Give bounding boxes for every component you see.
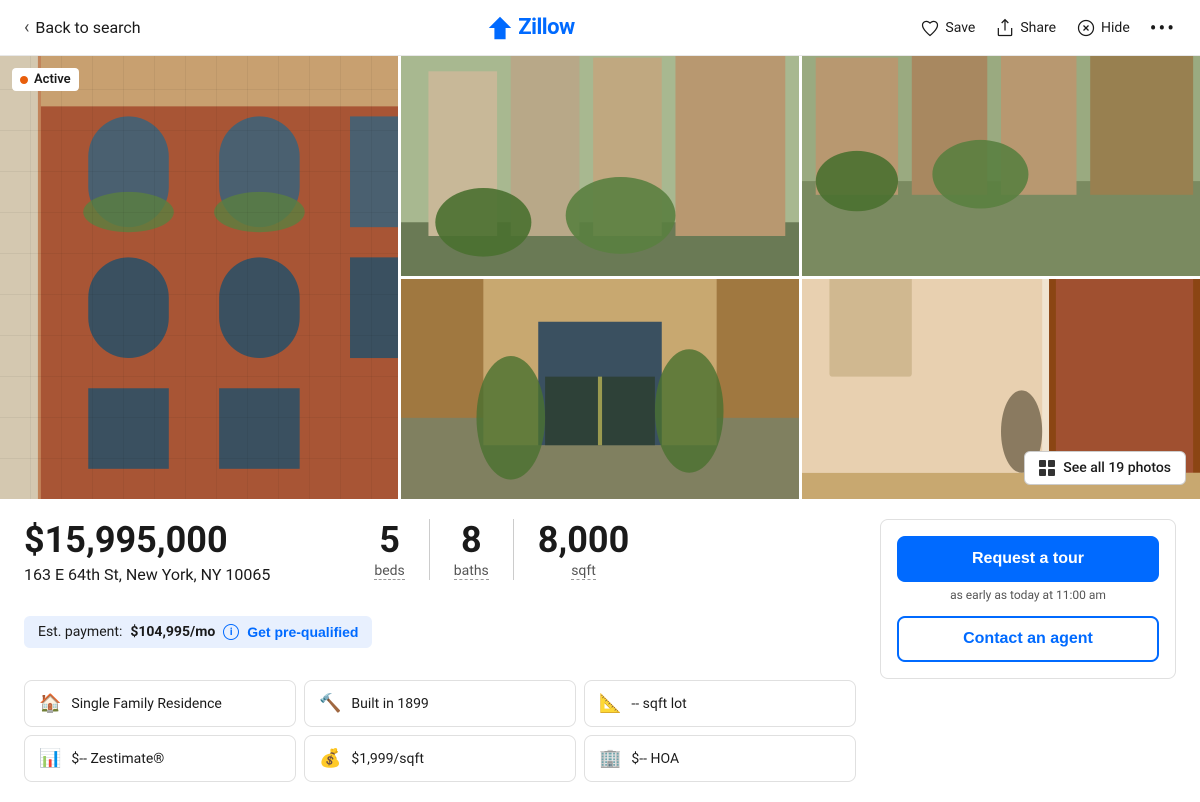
get-prequalified-button[interactable]: Get pre-qualified xyxy=(247,624,358,640)
tour-subtitle: as early as today at 11:00 am xyxy=(897,588,1159,602)
detail-card-0: 🏠 Single Family Residence xyxy=(24,680,296,727)
contact-agent-button[interactable]: Contact an agent xyxy=(897,616,1159,662)
logo-text: Zillow xyxy=(518,15,574,40)
share-icon xyxy=(995,18,1015,38)
detail-icon-3: 📊 xyxy=(39,748,61,769)
detail-icon-1: 🔨 xyxy=(319,693,341,714)
grid-icon xyxy=(1039,460,1055,476)
back-label: Back to search xyxy=(35,18,140,37)
photo-top-right[interactable] xyxy=(401,56,799,276)
back-to-search[interactable]: ‹ Back to search xyxy=(24,17,141,38)
detail-icon-0: 🏠 xyxy=(39,693,61,714)
sqft-value: 8,000 xyxy=(538,519,629,561)
listing-price: $15,995,000 xyxy=(24,519,270,561)
tour-panel-inner: Request a tour as early as today at 11:0… xyxy=(880,519,1176,679)
detail-card-3: 📊 $-- Zestimate® xyxy=(24,735,296,782)
price-stats-row: $15,995,000 163 E 64th St, New York, NY … xyxy=(24,519,856,600)
detail-card-5: 🏢 $-- HOA xyxy=(584,735,856,782)
sqft-stat: 8,000 sqft xyxy=(514,519,653,580)
sqft-label: sqft xyxy=(571,563,596,580)
detail-label-1: Built in 1899 xyxy=(351,696,428,712)
detail-label-2: -- sqft lot xyxy=(631,696,686,712)
share-label: Share xyxy=(1020,20,1056,36)
header: ‹ Back to search Zillow Save Share Hide … xyxy=(0,0,1200,56)
heart-icon xyxy=(920,18,940,38)
baths-value: 8 xyxy=(461,519,482,561)
see-all-photos-button[interactable]: See all 19 photos xyxy=(1024,451,1186,485)
est-payment-label: Est. payment: xyxy=(38,624,122,640)
listing-details: $15,995,000 163 E 64th St, New York, NY … xyxy=(24,519,856,782)
price-info: $15,995,000 163 E 64th St, New York, NY … xyxy=(24,519,270,600)
hide-button[interactable]: Hide xyxy=(1076,18,1130,38)
detail-cards: 🏠 Single Family Residence 🔨 Built in 189… xyxy=(24,680,856,782)
detail-card-1: 🔨 Built in 1899 xyxy=(304,680,576,727)
hide-icon xyxy=(1076,18,1096,38)
detail-card-4: 💰 $1,999/sqft xyxy=(304,735,576,782)
photo-mr-svg xyxy=(802,56,1200,276)
save-label: Save xyxy=(945,20,975,36)
detail-label-4: $1,999/sqft xyxy=(351,751,424,767)
baths-stat: 8 baths xyxy=(430,519,514,580)
save-button[interactable]: Save xyxy=(920,18,975,38)
photo-top-far-right[interactable] xyxy=(802,56,1200,276)
listing-address: 163 E 64th St, New York, NY 10065 xyxy=(24,565,270,584)
detail-icon-2: 📐 xyxy=(599,693,621,714)
main-photo-svg xyxy=(0,56,398,499)
hide-label: Hide xyxy=(1101,20,1130,36)
detail-card-2: 📐 -- sqft lot xyxy=(584,680,856,727)
stats-container: 5 beds 8 baths 8,000 sqft xyxy=(350,519,653,580)
see-all-label: See all 19 photos xyxy=(1063,460,1171,476)
detail-label-0: Single Family Residence xyxy=(71,696,221,712)
more-options-button[interactable]: ••• xyxy=(1150,16,1176,40)
detail-icon-4: 💰 xyxy=(319,748,341,769)
request-tour-button[interactable]: Request a tour xyxy=(897,536,1159,582)
beds-value: 5 xyxy=(379,519,400,561)
back-chevron-icon: ‹ xyxy=(24,17,29,38)
detail-icon-5: 🏢 xyxy=(599,748,621,769)
detail-label-3: $-- Zestimate® xyxy=(71,751,164,767)
photo-tr-svg xyxy=(401,56,799,276)
zillow-z-icon xyxy=(486,14,514,42)
main-photo[interactable]: Active xyxy=(0,56,398,499)
photo-br-svg xyxy=(401,279,799,499)
active-badge: Active xyxy=(12,68,79,91)
detail-label-5: $-- HOA xyxy=(631,751,679,767)
est-payment-value: $104,995/mo xyxy=(130,624,215,640)
baths-label: baths xyxy=(454,563,489,580)
info-icon[interactable]: i xyxy=(223,624,239,640)
main-content: $15,995,000 163 E 64th St, New York, NY … xyxy=(0,499,1200,802)
active-dot-icon xyxy=(20,76,28,84)
header-actions: Save Share Hide ••• xyxy=(920,16,1176,40)
photo-interior[interactable]: See all 19 photos xyxy=(802,279,1200,499)
zillow-logo[interactable]: Zillow xyxy=(486,14,574,42)
beds-stat: 5 beds xyxy=(350,519,429,580)
active-label: Active xyxy=(34,72,71,87)
tour-panel: Request a tour as early as today at 11:0… xyxy=(880,519,1176,782)
share-button[interactable]: Share xyxy=(995,18,1056,38)
est-payment-bar: Est. payment: $104,995/mo i Get pre-qual… xyxy=(24,616,372,648)
photo-bottom-right[interactable] xyxy=(401,279,799,499)
beds-label: beds xyxy=(374,563,404,580)
photo-grid: Active xyxy=(0,56,1200,499)
